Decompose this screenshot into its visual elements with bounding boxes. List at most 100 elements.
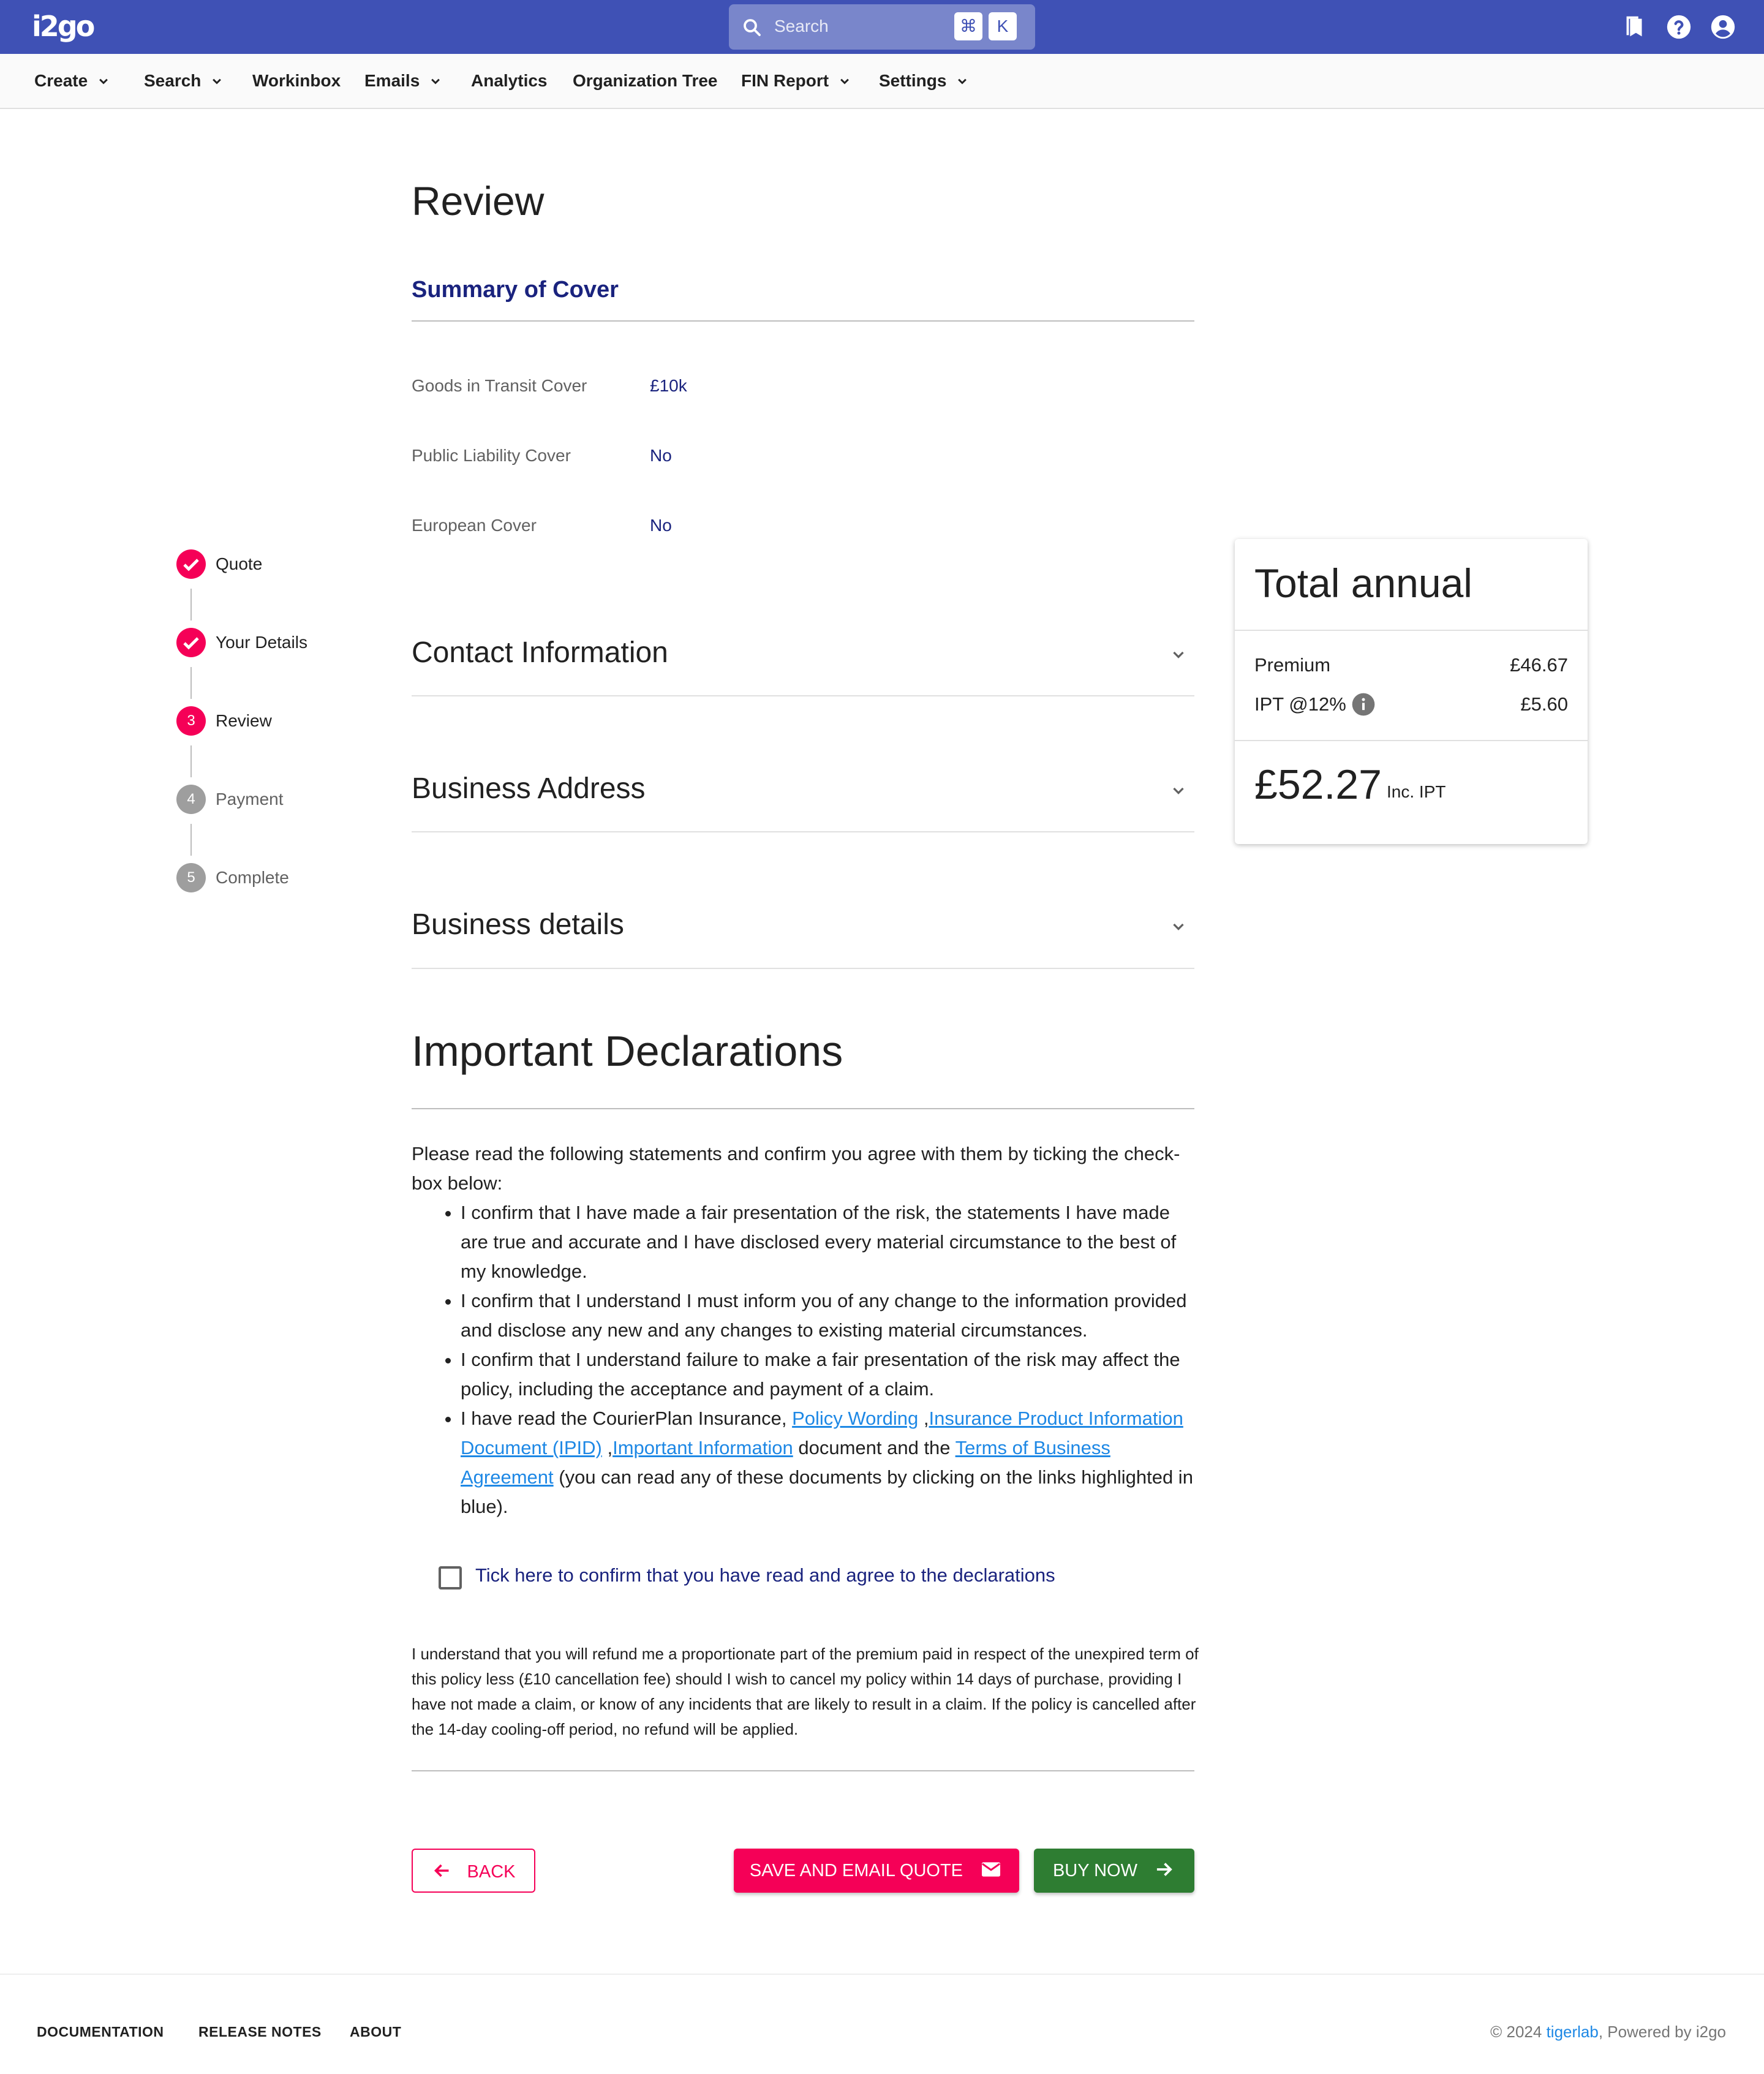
search-placeholder: Search bbox=[774, 17, 829, 36]
summary-label-goods-in-transit: Goods in Transit Cover bbox=[412, 376, 587, 395]
divider bbox=[412, 320, 1194, 322]
menu-fin-report[interactable]: FIN Report bbox=[741, 54, 853, 108]
back-button-label: BACK bbox=[467, 1862, 516, 1882]
summary-value-goods-in-transit: £10k bbox=[650, 376, 687, 395]
total-price: £52.27 bbox=[1254, 761, 1382, 808]
chevron-down-icon bbox=[213, 78, 222, 85]
step-complete-number: 5 bbox=[176, 863, 206, 892]
divider bbox=[1235, 740, 1588, 741]
expand-chevron-icon[interactable] bbox=[1167, 915, 1189, 937]
divider bbox=[412, 1770, 1194, 1771]
divider bbox=[412, 831, 1194, 832]
buy-now-button[interactable]: BUY NOW bbox=[1034, 1849, 1194, 1893]
accordion-title-business-address: Business Address bbox=[412, 772, 646, 805]
declarations-intro: Please read the following statements and… bbox=[412, 1143, 1180, 1194]
chevron-down-icon bbox=[99, 78, 108, 85]
doc-text-prefix: I have read the CourierPlan Insurance, bbox=[461, 1408, 787, 1429]
step-label-payment: Payment bbox=[216, 790, 284, 809]
accordion-title-business-details: Business details bbox=[412, 908, 624, 941]
menu-search-label: Search bbox=[144, 71, 202, 90]
back-button[interactable]: BACK bbox=[412, 1849, 535, 1893]
chevron-down-icon bbox=[958, 78, 967, 85]
main-menu: Create Search Workinbox Emails Analytics… bbox=[0, 54, 1764, 109]
step-connector bbox=[190, 667, 192, 699]
menu-workinbox[interactable]: Workinbox bbox=[252, 54, 341, 108]
help-icon[interactable] bbox=[1665, 13, 1693, 41]
step-payment-number: 4 bbox=[176, 785, 206, 814]
chevron-down-icon bbox=[840, 78, 849, 85]
step-label-review: Review bbox=[216, 711, 272, 730]
menu-organization-tree[interactable]: Organization Tree bbox=[573, 54, 718, 108]
summary-value-european-cover: No bbox=[650, 516, 672, 535]
declaration-item-documents: I have read the CourierPlan Insurance, P… bbox=[461, 1404, 1202, 1522]
summary-label-european-cover: European Cover bbox=[412, 516, 537, 535]
email-icon bbox=[982, 1862, 1001, 1877]
important-information-link[interactable]: Important Information bbox=[612, 1437, 793, 1458]
divider bbox=[412, 1108, 1194, 1109]
footer-link-documentation[interactable]: DOCUMENTATION bbox=[37, 2024, 164, 2040]
declarations-text: Please read the following statements and… bbox=[412, 1139, 1202, 1522]
total-annual-card: Total annual Premium £46.67 IPT @12% £5.… bbox=[1235, 539, 1588, 844]
declarations-checkbox-label[interactable]: Tick here to confirm that you have read … bbox=[475, 1564, 1055, 1586]
buy-now-button-label: BUY NOW bbox=[1052, 1861, 1137, 1880]
total-price-suffix: Inc. IPT bbox=[1387, 782, 1446, 801]
page-title: Review bbox=[412, 178, 545, 224]
menu-analytics[interactable]: Analytics bbox=[471, 54, 548, 108]
app-logo[interactable]: i2go bbox=[32, 10, 95, 43]
arrow-back-icon bbox=[434, 1865, 449, 1877]
shortcut-k-key: K bbox=[989, 12, 1017, 40]
declarations-checkbox[interactable] bbox=[439, 1566, 462, 1589]
info-icon[interactable] bbox=[1351, 692, 1376, 717]
divider bbox=[412, 968, 1194, 969]
copyright-prefix: © 2024 bbox=[1490, 2023, 1542, 2041]
expand-chevron-icon[interactable] bbox=[1167, 779, 1189, 801]
menu-search[interactable]: Search bbox=[144, 54, 225, 108]
step-connector bbox=[190, 745, 192, 777]
powered-by: , Powered by i2go bbox=[1598, 2023, 1726, 2041]
declarations-heading: Important Declarations bbox=[412, 1027, 843, 1075]
doc-separator: , bbox=[607, 1437, 613, 1458]
step-connector bbox=[190, 589, 192, 620]
footer-link-about[interactable]: ABOUT bbox=[350, 2024, 401, 2040]
summary-of-cover-heading: Summary of Cover bbox=[412, 277, 619, 303]
footer-link-release-notes[interactable]: RELEASE NOTES bbox=[198, 2024, 322, 2040]
step-your-details-check-icon bbox=[176, 628, 206, 657]
accordion-title-contact-information: Contact Information bbox=[412, 636, 668, 669]
step-quote-check-icon bbox=[176, 549, 206, 579]
save-and-email-quote-button[interactable]: SAVE AND EMAIL QUOTE bbox=[734, 1849, 1019, 1893]
expand-chevron-icon[interactable] bbox=[1167, 643, 1189, 665]
menu-settings[interactable]: Settings bbox=[879, 54, 971, 108]
step-label-your-details: Your Details bbox=[216, 633, 307, 652]
menu-organization-tree-label: Organization Tree bbox=[573, 71, 718, 90]
premium-label: Premium bbox=[1254, 654, 1331, 676]
policy-wording-link[interactable]: Policy Wording bbox=[792, 1408, 918, 1429]
top-app-bar: i2go Search ⌘ K bbox=[0, 0, 1764, 54]
ipt-value: £5.60 bbox=[1520, 693, 1568, 715]
menu-workinbox-label: Workinbox bbox=[252, 71, 341, 90]
premium-value: £46.67 bbox=[1510, 654, 1568, 676]
declaration-item: I confirm that I understand failure to m… bbox=[461, 1345, 1202, 1404]
search-icon bbox=[744, 19, 761, 36]
menu-create[interactable]: Create bbox=[34, 54, 112, 108]
step-review-number: 3 bbox=[176, 706, 206, 736]
menu-emails[interactable]: Emails bbox=[364, 54, 444, 108]
menu-settings-label: Settings bbox=[879, 71, 947, 90]
save-email-button-label: SAVE AND EMAIL QUOTE bbox=[749, 1861, 963, 1880]
step-label-complete: Complete bbox=[216, 868, 289, 887]
doc-text-suffix: (you can read any of these documents by … bbox=[461, 1466, 1193, 1517]
doc-text-middle: document and the bbox=[798, 1437, 951, 1458]
account-circle-icon[interactable] bbox=[1709, 13, 1737, 41]
shortcut-cmd-key: ⌘ bbox=[954, 12, 982, 40]
footer: DOCUMENTATION RELEASE NOTES ABOUT © 2024… bbox=[0, 1974, 1764, 2074]
total-annual-title: Total annual bbox=[1254, 560, 1472, 606]
menu-emails-label: Emails bbox=[364, 71, 420, 90]
menu-fin-report-label: FIN Report bbox=[741, 71, 829, 90]
divider bbox=[1235, 630, 1588, 631]
declaration-item: I confirm that I have made a fair presen… bbox=[461, 1198, 1202, 1286]
bookmarks-icon[interactable] bbox=[1621, 13, 1649, 41]
step-label-quote: Quote bbox=[216, 554, 263, 573]
global-search[interactable]: Search ⌘ K bbox=[729, 4, 1035, 50]
summary-value-public-liability: No bbox=[650, 446, 672, 465]
brand-link[interactable]: tigerlab bbox=[1547, 2023, 1599, 2041]
step-connector bbox=[190, 824, 192, 856]
